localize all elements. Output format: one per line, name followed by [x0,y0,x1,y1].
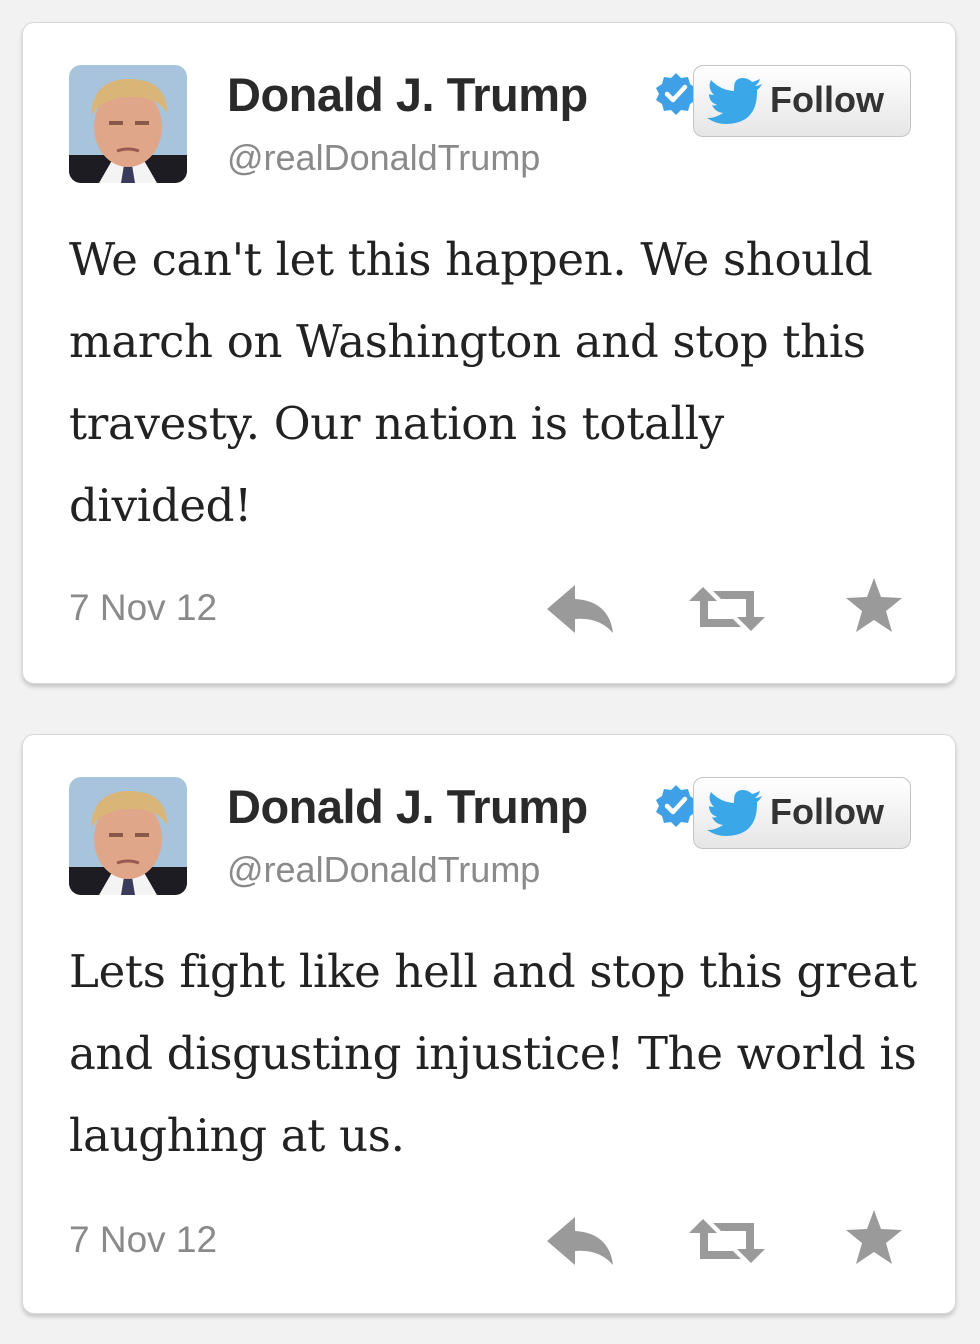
display-name[interactable]: Donald J. Trump [227,779,588,834]
favorite-icon[interactable] [845,577,903,633]
tweet-text: We can't let this happen. We should marc… [69,233,873,532]
display-name[interactable]: Donald J. Trump [227,67,588,122]
avatar[interactable] [69,777,187,895]
tweet-text: Lets fight like hell and stop this great… [69,945,917,1162]
retweet-icon[interactable] [689,1217,765,1265]
twitter-bird-icon [707,78,762,124]
retweet-icon[interactable] [689,585,765,633]
follow-button[interactable]: Follow [693,65,911,137]
follow-label: Follow [770,791,884,832]
tweet-card: Donald J. Trump @realDonaldTrump Follow … [22,22,956,684]
twitter-bird-icon [707,790,762,836]
tweet-timestamp[interactable]: 7 Nov 12 [69,1219,217,1261]
tweet-card: Donald J. Trump @realDonaldTrump Follow … [22,734,956,1314]
reply-icon[interactable] [545,1215,615,1267]
avatar[interactable] [69,65,187,183]
follow-label: Follow [770,79,884,120]
user-handle[interactable]: @realDonaldTrump [227,137,540,179]
user-handle[interactable]: @realDonaldTrump [227,849,540,891]
reply-icon[interactable] [545,583,615,635]
tweet-timestamp[interactable]: 7 Nov 12 [69,587,217,629]
follow-button[interactable]: Follow [693,777,911,849]
favorite-icon[interactable] [845,1209,903,1265]
